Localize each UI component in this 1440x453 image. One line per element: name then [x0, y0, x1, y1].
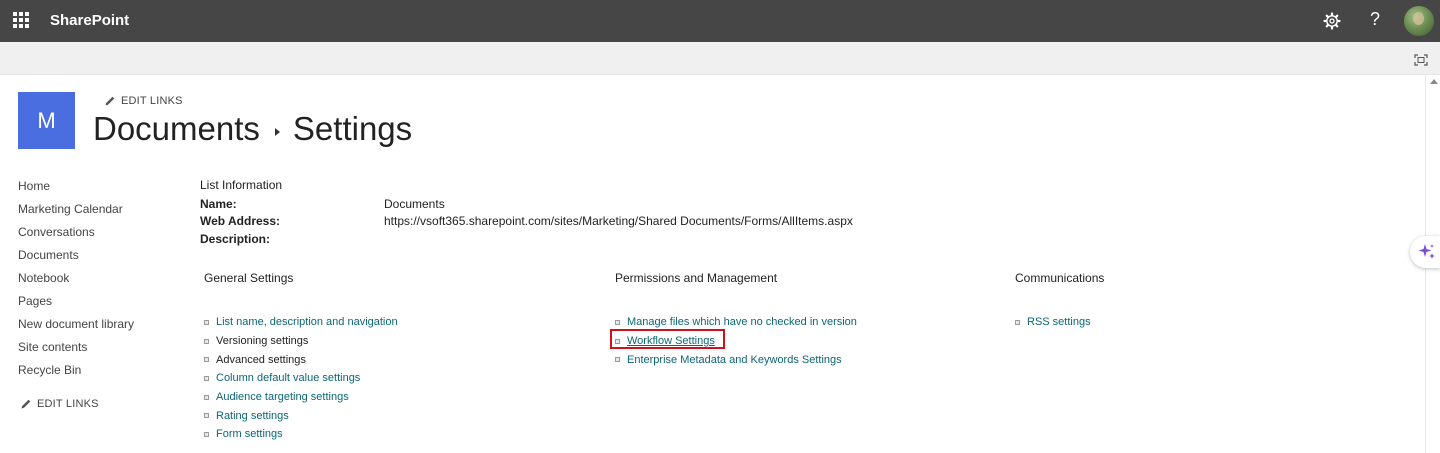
quick-launch-item-pages[interactable]: Pages — [18, 294, 188, 317]
communications-links: RSS settings — [1015, 313, 1091, 332]
copilot-tab[interactable] — [1410, 236, 1440, 268]
pencil-icon — [21, 399, 31, 409]
bullet-icon — [204, 338, 209, 344]
link-label: RSS settings — [1027, 316, 1091, 329]
column-default-value-settings-link[interactable]: Column default value settings — [204, 369, 398, 388]
workflow-settings-highlight — [610, 329, 725, 349]
quick-launch-item-conversations[interactable]: Conversations — [18, 225, 188, 248]
pencil-icon — [105, 96, 115, 106]
bullet-icon — [204, 431, 209, 437]
scroll-up-arrow-icon[interactable] — [1430, 79, 1438, 84]
sparkle-icon — [1418, 244, 1435, 259]
general-settings-heading: General Settings — [204, 271, 294, 285]
quick-launch-item-site-contents[interactable]: Site contents — [18, 340, 188, 363]
list-name-row: Name: Documents — [200, 197, 445, 211]
breadcrumb-settings: Settings — [292, 110, 413, 147]
edit-links-quick-launch-button[interactable]: EDIT LINKS — [20, 398, 99, 410]
link-label: List name, description and navigation — [216, 316, 398, 329]
site-logo[interactable]: M — [18, 92, 75, 149]
bullet-icon — [204, 357, 209, 363]
link-label: Column default value settings — [216, 372, 361, 385]
bullet-icon — [204, 375, 209, 381]
versioning-settings-link[interactable]: Versioning settings — [204, 332, 398, 351]
page-title: Documents Settings — [93, 110, 412, 148]
description-row: Description: — [200, 232, 384, 246]
brand-name[interactable]: SharePoint — [50, 12, 129, 29]
quick-launch-item-notebook[interactable]: Notebook — [18, 271, 188, 294]
link-label: Advanced settings — [216, 353, 306, 366]
link-label: Manage files which have no checked in ve… — [627, 316, 857, 329]
breadcrumb-documents[interactable]: Documents — [93, 110, 260, 148]
help-icon[interactable]: ? — [1366, 9, 1384, 30]
quick-launch: Home Marketing Calendar Conversations Do… — [18, 179, 188, 386]
general-settings-links: List name, description and navigation Ve… — [204, 313, 398, 444]
breadcrumb-separator-icon — [274, 128, 280, 136]
bullet-icon — [615, 319, 620, 325]
link-label: Rating settings — [216, 409, 289, 422]
link-label: Form settings — [216, 428, 283, 441]
command-bar — [0, 42, 1440, 75]
gear-icon[interactable] — [1322, 11, 1342, 31]
audience-targeting-settings-link[interactable]: Audience targeting settings — [204, 388, 398, 407]
quick-launch-item-recycle-bin[interactable]: Recycle Bin — [18, 363, 188, 386]
bullet-icon — [1015, 319, 1020, 325]
bullet-icon — [204, 394, 209, 400]
form-settings-link[interactable]: Form settings — [204, 425, 398, 444]
bullet-icon — [204, 413, 209, 419]
bullet-icon — [204, 319, 209, 325]
web-address-value: https://vsoft365.sharepoint.com/sites/Ma… — [384, 214, 853, 228]
rss-settings-link[interactable]: RSS settings — [1015, 313, 1091, 332]
list-information-heading: List Information — [200, 178, 283, 192]
avatar[interactable] — [1404, 6, 1434, 36]
list-name-description-navigation-link[interactable]: List name, description and navigation — [204, 313, 398, 332]
permissions-management-heading: Permissions and Management — [615, 271, 778, 285]
description-label: Description: — [200, 232, 271, 246]
advanced-settings-link[interactable]: Advanced settings — [204, 350, 398, 369]
app-launcher-icon[interactable] — [13, 12, 29, 28]
rating-settings-link[interactable]: Rating settings — [204, 406, 398, 425]
edit-links-top-button[interactable]: EDIT LINKS — [104, 95, 183, 107]
quick-launch-item-documents[interactable]: Documents — [18, 248, 188, 271]
edit-links-label: EDIT LINKS — [121, 95, 183, 107]
enterprise-metadata-keywords-settings-link[interactable]: Enterprise Metadata and Keywords Setting… — [615, 350, 857, 369]
communications-heading: Communications — [1015, 271, 1105, 285]
link-label: Versioning settings — [216, 335, 309, 348]
quick-launch-item-new-document-library[interactable]: New document library — [18, 317, 188, 340]
suite-bar: SharePoint ? — [0, 0, 1440, 42]
link-label: Audience targeting settings — [216, 391, 349, 404]
bullet-icon — [615, 357, 620, 363]
quick-launch-item-home[interactable]: Home — [18, 179, 188, 202]
link-label: Enterprise Metadata and Keywords Setting… — [627, 353, 842, 366]
site-logo-letter: M — [37, 107, 56, 133]
focus-mode-icon[interactable] — [1414, 54, 1428, 66]
name-label: Name: — [200, 197, 237, 211]
name-value: Documents — [384, 197, 445, 211]
edit-links-label: EDIT LINKS — [37, 398, 99, 410]
web-address-row: Web Address: https://vsoft365.sharepoint.… — [200, 214, 853, 228]
quick-launch-item-marketing-calendar[interactable]: Marketing Calendar — [18, 202, 188, 225]
web-address-label: Web Address: — [200, 214, 281, 228]
